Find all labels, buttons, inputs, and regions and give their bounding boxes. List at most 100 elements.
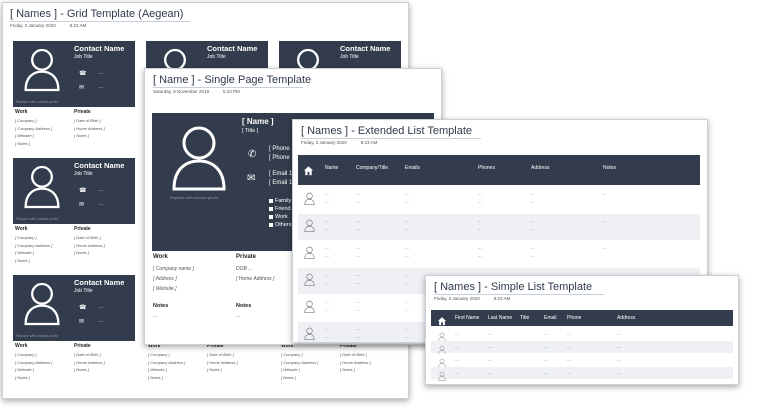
job-title[interactable]: Job Title [74, 54, 93, 60]
table-cell[interactable]: ... [567, 344, 571, 349]
private-field[interactable]: [ Date of Birth ] [207, 352, 238, 357]
private-field[interactable]: [ Date of Birth ] [74, 235, 105, 240]
table-cell[interactable]: ... [478, 218, 482, 223]
table-cell[interactable]: ... [325, 334, 329, 339]
table-cell[interactable]: ... [325, 191, 329, 196]
work-field[interactable]: [ Company ] [15, 235, 52, 240]
private-field[interactable]: [ Date of Birth ] [74, 352, 105, 357]
table-cell[interactable]: ... [325, 199, 329, 204]
table-cell[interactable]: ... [455, 370, 459, 375]
column-header[interactable]: Email [544, 315, 557, 321]
table-cell[interactable]: ... [405, 191, 409, 196]
contact-card[interactable]: Contact NameJob Title ☎... ✉... Replace wit… [13, 41, 135, 155]
column-header[interactable]: Address [531, 165, 549, 171]
table-cell[interactable]: ... [455, 331, 459, 336]
table-cell[interactable]: ... [617, 331, 621, 336]
table-cell[interactable]: ... [567, 370, 571, 375]
private-field[interactable]: [ Notes ] [340, 367, 371, 372]
work-field[interactable]: [ Company Address ] [148, 360, 185, 365]
table-cell[interactable]: ... [544, 331, 548, 336]
table-cell[interactable]: ... [405, 272, 409, 277]
job-title[interactable]: Job Title [340, 54, 359, 60]
table-cell[interactable]: ... [455, 344, 459, 349]
phone-1[interactable]: [ Phone 1 [269, 146, 295, 152]
work-field[interactable]: [ Notes ] [148, 375, 185, 380]
table-cell[interactable]: ... [325, 245, 329, 250]
email-value[interactable]: ... [99, 318, 103, 324]
column-header[interactable]: Emails [405, 165, 420, 171]
email-value[interactable]: ... [99, 84, 103, 90]
table-cell[interactable]: ... [617, 357, 621, 362]
group-checkbox-row[interactable]: Friend [269, 205, 292, 213]
table-cell[interactable]: ... [531, 245, 535, 250]
table-cell[interactable]: ... [325, 253, 329, 258]
table-cell[interactable]: ... [405, 299, 409, 304]
checkbox[interactable] [269, 222, 273, 227]
private-field[interactable]: [ Home Address ] [236, 274, 274, 284]
work-field[interactable]: [ Address ] [153, 274, 194, 284]
table-cell[interactable]: ... [356, 280, 360, 285]
group-checkbox-row[interactable]: Family [269, 197, 292, 205]
table-cell[interactable]: ... [405, 226, 409, 231]
checkbox[interactable] [269, 198, 273, 203]
private-field[interactable]: [ Notes ] [74, 367, 105, 372]
table-cell[interactable]: ... [356, 226, 360, 231]
job-title[interactable]: Job Title [74, 288, 93, 294]
notes-value[interactable]: ... [153, 313, 157, 319]
contact-name[interactable]: Contact Name [340, 44, 390, 53]
work-field[interactable]: [ Company name ] [153, 264, 194, 274]
table-cell[interactable]: ... [478, 226, 482, 231]
work-field[interactable]: [ Website ] [15, 250, 52, 255]
table-cell[interactable]: ... [325, 272, 329, 277]
private-field[interactable]: [ Home Address ] [74, 243, 105, 248]
work-field[interactable]: [ Company Address ] [281, 360, 318, 365]
table-cell[interactable]: ... [567, 331, 571, 336]
phone-value[interactable]: ... [99, 304, 103, 310]
table-cell[interactable]: ... [325, 307, 329, 312]
table-cell[interactable]: ... [603, 245, 607, 250]
table-cell[interactable]: ... [617, 370, 621, 375]
work-field[interactable]: [ Company Address ] [15, 243, 52, 248]
table-cell[interactable]: ... [488, 370, 492, 375]
work-field[interactable]: [ Company Address ] [15, 126, 52, 131]
private-field[interactable]: DOB ... [236, 264, 274, 274]
column-header[interactable]: Notes [603, 165, 616, 171]
private-field[interactable]: [ Home Address ] [74, 126, 105, 131]
private-field[interactable]: [ Home Address ] [340, 360, 371, 365]
table-cell[interactable]: ... [617, 344, 621, 349]
table-cell[interactable]: ... [356, 334, 360, 339]
table-cell[interactable]: ... [356, 191, 360, 196]
table-cell[interactable]: ... [455, 357, 459, 362]
table-cell[interactable]: ... [531, 253, 535, 258]
column-header[interactable]: Address [617, 315, 635, 321]
table-cell[interactable]: ... [603, 191, 607, 196]
work-field[interactable]: [ Notes ] [15, 375, 52, 380]
column-header[interactable]: First Name [455, 315, 479, 321]
table-cell[interactable]: ... [356, 272, 360, 277]
column-header[interactable]: Last Name [488, 315, 512, 321]
group-checkbox-row[interactable]: Others [269, 221, 292, 229]
column-header[interactable]: Name [325, 165, 338, 171]
table-cell[interactable]: ... [478, 191, 482, 196]
table-cell[interactable]: ... [405, 199, 409, 204]
contact-title[interactable]: [ Title ] [242, 128, 258, 134]
private-field[interactable]: [ Home Address ] [207, 360, 238, 365]
work-field[interactable]: [ Company Address ] [15, 360, 52, 365]
column-header[interactable]: Phone [567, 315, 581, 321]
table-cell[interactable]: ... [405, 326, 409, 331]
table-cell[interactable]: ... [488, 357, 492, 362]
email-value[interactable]: ... [99, 201, 103, 207]
column-header[interactable]: Company/Title [356, 165, 388, 171]
table-cell[interactable]: ... [325, 226, 329, 231]
column-header[interactable]: Phones [478, 165, 495, 171]
work-field[interactable]: [ Website ] [148, 367, 185, 372]
table-cell[interactable]: ... [488, 344, 492, 349]
table-cell[interactable]: ... [325, 280, 329, 285]
checkbox[interactable] [269, 214, 273, 219]
work-field[interactable]: [ Company ] [15, 352, 52, 357]
contact-name[interactable]: [ Name ] [242, 117, 274, 126]
contact-name[interactable]: Contact Name [74, 278, 124, 287]
table-cell[interactable]: ... [603, 218, 607, 223]
table-cell[interactable]: ... [544, 370, 548, 375]
table-cell[interactable]: ... [567, 357, 571, 362]
